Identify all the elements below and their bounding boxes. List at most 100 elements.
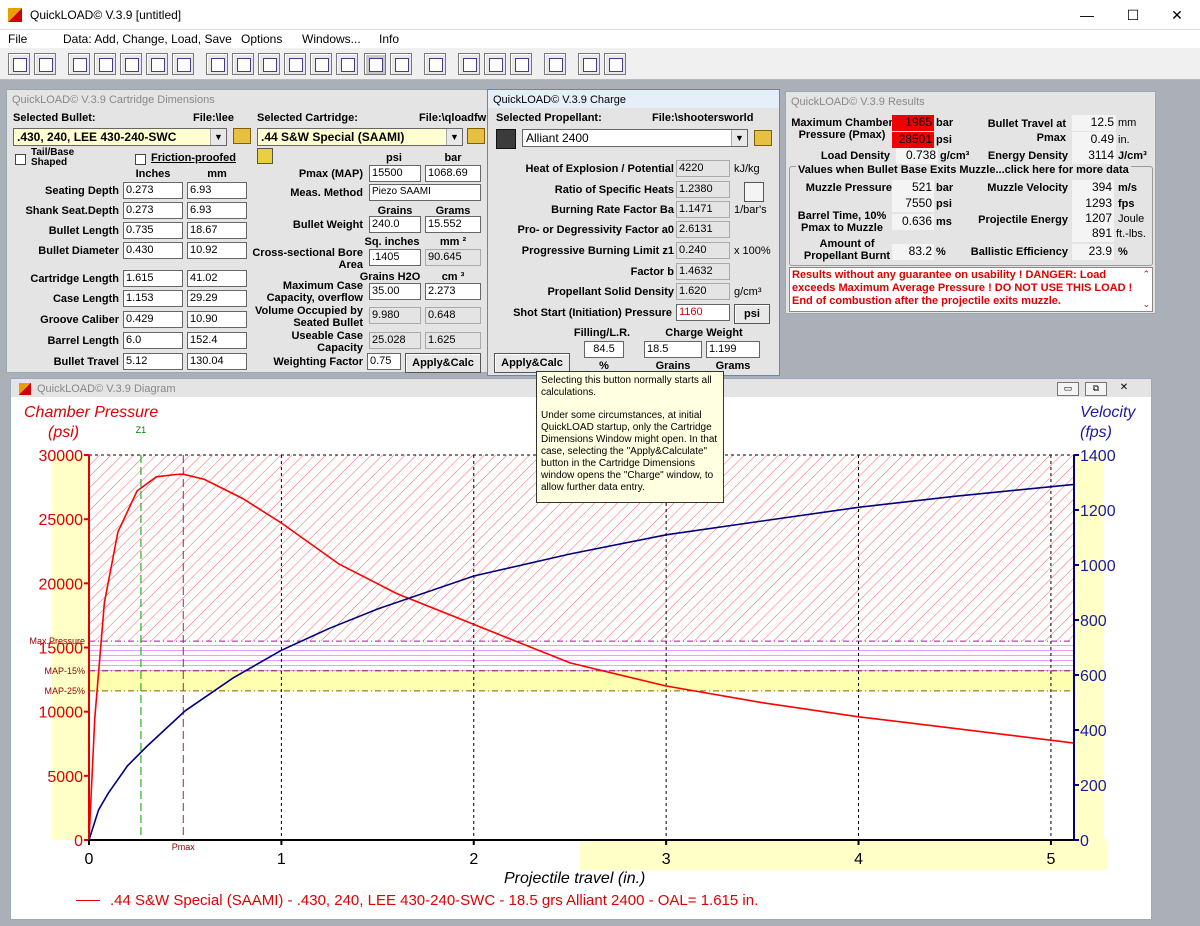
chart5-tool-button[interactable]	[336, 53, 358, 75]
weighting-factor-field[interactable]: 0.75	[367, 353, 401, 370]
dim-row-inches-field[interactable]: 1.153	[123, 290, 183, 307]
folder-open-icon[interactable]	[754, 130, 772, 146]
tooltip-line-1: Selecting this button normally starts al…	[541, 375, 712, 398]
save-tool-button[interactable]	[34, 53, 56, 75]
dim-row-inches-field[interactable]: 0.429	[123, 311, 183, 328]
dim-row-mm-field[interactable]: 130.04	[187, 353, 247, 370]
cartridge-select[interactable]: .44 S&W Special (SAAMI) ▼	[257, 128, 463, 146]
pistol-tool-button[interactable]	[604, 53, 626, 75]
propellant-select[interactable]: Alliant 2400 ▼	[522, 129, 748, 147]
menu-options[interactable]: Options	[241, 32, 282, 46]
dim-row-mm-field[interactable]: 10.92	[187, 242, 247, 259]
flask-tool-button[interactable]	[510, 53, 532, 75]
diagram-close-button[interactable]: ✕	[1113, 382, 1135, 396]
dim-row-mm-field[interactable]: 6.93	[187, 182, 247, 199]
chart3-tool-button[interactable]	[284, 53, 306, 75]
charge-apply-calc-button[interactable]: Apply&Calc	[494, 353, 570, 373]
table-tool-button[interactable]	[206, 53, 228, 75]
apply-calc-button[interactable]: Apply&Calc	[405, 353, 481, 373]
bars-tool-button[interactable]	[544, 53, 566, 75]
charge-weight-grains-field[interactable]: 18.5	[644, 341, 702, 358]
cartridge-tool-button[interactable]	[68, 53, 90, 75]
cartridge-icon[interactable]	[257, 148, 273, 164]
compare-tool-button[interactable]	[458, 53, 480, 75]
left-axis-title: Chamber Pressure	[24, 404, 159, 421]
filling-field[interactable]: 84.5	[584, 341, 624, 358]
bore-area-in-field[interactable]: .1405	[369, 249, 421, 266]
chart2-tool-button[interactable]	[258, 53, 280, 75]
max-case-capacity-cm3-field[interactable]: 2.273	[425, 283, 481, 300]
scroll-down-icon[interactable]: ⌄	[1142, 299, 1150, 310]
dim-row-mm-field[interactable]: 18.67	[187, 222, 247, 239]
max-case-capacity-label: Maximum Case Capacity, overflow	[266, 280, 363, 304]
right-axis-unit: (fps)	[1080, 424, 1112, 441]
folder-open-icon[interactable]	[233, 128, 251, 144]
bullet-weight-grams-field[interactable]: 15.552	[425, 216, 481, 233]
minimize-button[interactable]: —	[1064, 0, 1110, 30]
legend-text: .44 S&W Special (SAAMI) - .430, 240, LEE…	[110, 892, 759, 909]
charge-row-field: 1.4632	[676, 263, 730, 280]
burn-rate-chart-icon[interactable]	[744, 182, 764, 202]
app-icon	[8, 8, 22, 22]
open-tool-button[interactable]	[8, 53, 30, 75]
dim-row-mm-field[interactable]: 152.4	[187, 332, 247, 349]
dim-row-inches-field[interactable]: 0.735	[123, 222, 183, 239]
close-button[interactable]: ✕	[1154, 0, 1200, 30]
toolbar	[0, 48, 1200, 80]
bullet-tool-button[interactable]	[94, 53, 116, 75]
menu-file[interactable]: File	[8, 32, 27, 46]
calc-tool-button[interactable]	[146, 53, 168, 75]
dim-row-inches-field[interactable]: 5.12	[123, 353, 183, 370]
dim-row-mm-field[interactable]: 41.02	[187, 270, 247, 287]
pe-joule-value: 1207	[1072, 211, 1114, 227]
report-tool-button[interactable]	[424, 53, 446, 75]
shot-start-field[interactable]: 1160	[676, 304, 730, 321]
dim-row-inches-field[interactable]: 0.273	[123, 182, 183, 199]
dim-row-inches-field[interactable]: 1.615	[123, 270, 183, 287]
print-tool-button[interactable]	[578, 53, 600, 75]
list-tool-button[interactable]	[390, 53, 412, 75]
chart6-tool-button[interactable]	[364, 53, 386, 75]
muzzle-values-header[interactable]: Values when Bullet Base Exits Muzzle...c…	[796, 164, 1131, 176]
dim-row-inches-field[interactable]: 6.0	[123, 332, 183, 349]
tail-base-checkbox[interactable]	[15, 154, 26, 165]
ms-unit-2: ms	[936, 216, 952, 228]
menu-windows[interactable]: Windows...	[302, 32, 361, 46]
selected-propellant-label: Selected Propellant:	[496, 112, 602, 124]
dim-row-inches-field[interactable]: 0.273	[123, 202, 183, 219]
warning-box: Results without any guarantee on usabili…	[789, 267, 1153, 312]
bore-area-mm-field: 90.645	[425, 249, 481, 266]
gun-tool-button[interactable]	[484, 53, 506, 75]
charge-weight-grams-field[interactable]: 1.199	[706, 341, 760, 358]
menu-info[interactable]: Info	[379, 32, 399, 46]
scroll-up-icon[interactable]: ⌃	[1142, 269, 1150, 280]
dim-row-mm-field[interactable]: 29.29	[187, 290, 247, 307]
charge-row-unit: g/cm³	[734, 286, 762, 298]
dim-row-label: Barrel Length	[47, 335, 119, 347]
meas-method-field[interactable]: Piezo SAAMI	[369, 184, 481, 201]
pmax-psi-field[interactable]: 15500	[369, 165, 421, 182]
bullet-travel-pmax-label: Bullet Travel at Pmax	[987, 118, 1066, 144]
dim-row-label: Seating Depth	[45, 185, 119, 197]
chart1-tool-button[interactable]	[232, 53, 254, 75]
folder-open-icon[interactable]	[467, 128, 485, 144]
edit-tool-button[interactable]	[172, 53, 194, 75]
friction-proofed-checkbox[interactable]	[135, 154, 146, 165]
maximize-button[interactable]: ☐	[1110, 0, 1156, 30]
bullet-weight-grains-field[interactable]: 240.0	[369, 216, 421, 233]
dim-row-inches-field[interactable]: 0.430	[123, 242, 183, 259]
tooltip-line-2: Under some circumstances, at initial Qui…	[541, 410, 718, 493]
dim-row-mm-field[interactable]: 10.90	[187, 311, 247, 328]
max-case-capacity-grains-field[interactable]: 35.00	[369, 283, 421, 300]
dim-row-mm-field[interactable]: 6.93	[187, 202, 247, 219]
bar-unit-2: bar	[936, 182, 954, 194]
psi-unit-button[interactable]: psi	[734, 304, 770, 324]
in-unit: in.	[1118, 134, 1130, 146]
pmax-bar-field[interactable]: 1068.69	[425, 165, 481, 182]
chart4-tool-button[interactable]	[310, 53, 332, 75]
diagram-restore-button[interactable]: ⧉	[1085, 382, 1107, 396]
menu-data[interactable]: Data: Add, Change, Load, Save	[63, 32, 232, 46]
diagram-minimize-button[interactable]: ▭	[1057, 382, 1079, 396]
bullet-select[interactable]: .430, 240, LEE 430-240-SWC ▼	[13, 128, 227, 146]
propellant-tool-button[interactable]	[120, 53, 142, 75]
